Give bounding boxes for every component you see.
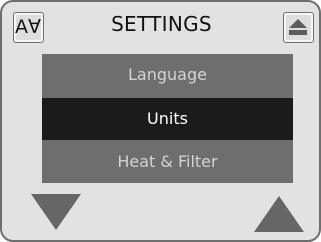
menu-item-heat-filter[interactable]: Heat & Filter <box>42 141 293 183</box>
triangle-up-icon <box>254 196 304 232</box>
triangle-down-icon <box>31 194 81 230</box>
thermostat-screen: A∀ SETTINGS Language Units Heat & Filter <box>0 0 321 242</box>
menu-item-language[interactable]: Language <box>42 54 293 96</box>
scroll-down-button[interactable] <box>29 192 83 234</box>
font-size-button[interactable]: A∀ <box>13 12 44 43</box>
settings-menu: Language Units Heat & Filter <box>42 54 293 183</box>
home-button[interactable] <box>283 12 314 43</box>
scroll-up-button[interactable] <box>252 192 306 234</box>
eject-home-icon <box>289 19 307 35</box>
page-title: SETTINGS <box>111 12 212 36</box>
font-size-icon: A∀ <box>15 16 41 38</box>
menu-item-units[interactable]: Units <box>42 98 293 140</box>
header-bar: A∀ SETTINGS <box>2 2 319 52</box>
